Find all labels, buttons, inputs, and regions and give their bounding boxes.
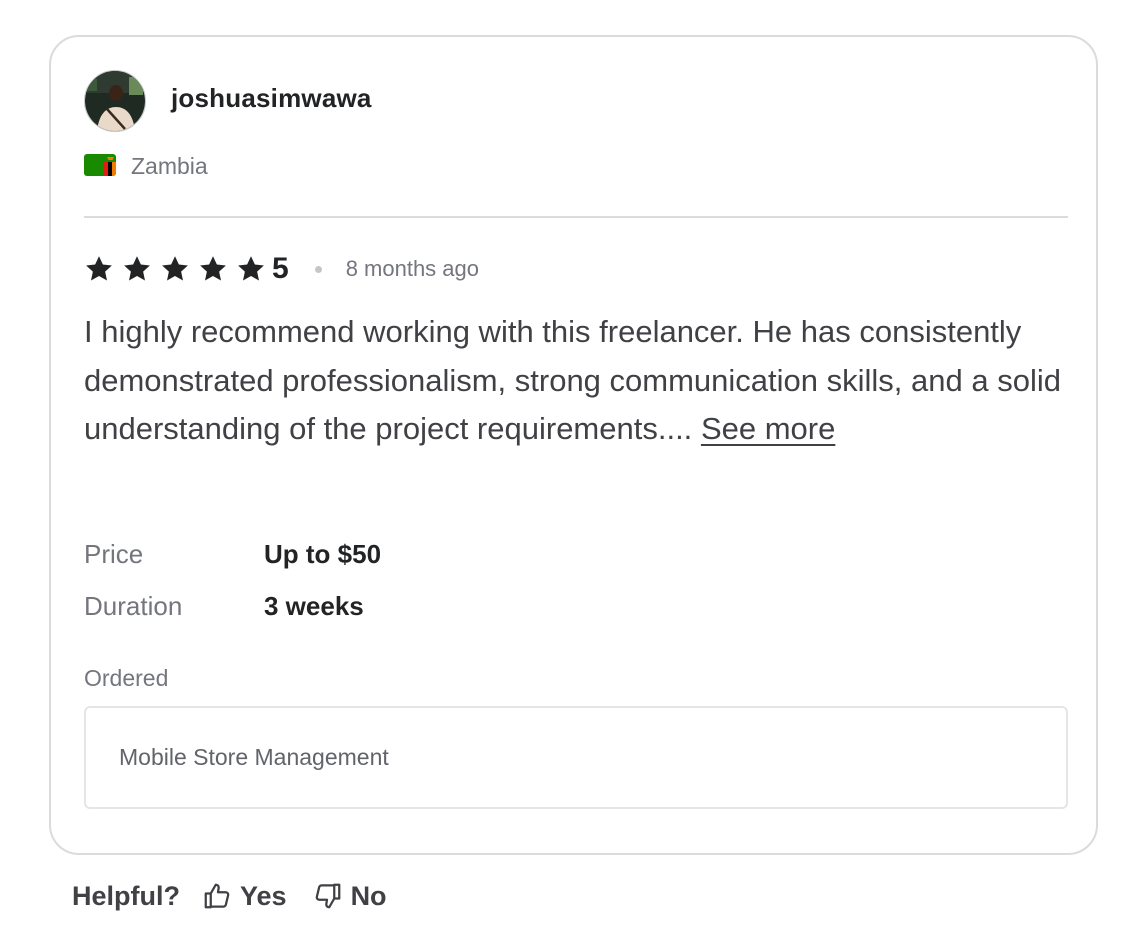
helpful-no-button[interactable]: No xyxy=(313,881,387,912)
helpful-yes-label: Yes xyxy=(240,880,287,911)
country-name: Zambia xyxy=(131,153,208,179)
helpful-question: Helpful? xyxy=(72,880,180,911)
thumbs-up-icon xyxy=(204,883,230,909)
separator-dot xyxy=(314,265,322,273)
duration-label: Duration xyxy=(84,591,183,621)
star-icon xyxy=(200,256,226,281)
duration-value: 3 weeks xyxy=(264,591,364,621)
star-icon xyxy=(238,256,264,281)
review-time: 8 months ago xyxy=(345,256,479,281)
helpful-no-label: No xyxy=(350,880,387,911)
avatar[interactable] xyxy=(84,70,146,132)
ordered-label: Ordered xyxy=(84,665,169,691)
see-more-link[interactable]: See more xyxy=(701,411,835,446)
review-body: I highly recommend working with this fre… xyxy=(84,314,1061,446)
divider xyxy=(84,216,1068,218)
zambia-flag-icon xyxy=(84,154,116,176)
price-label: Price xyxy=(84,539,144,569)
ordered-gig-box[interactable]: Mobile Store Management xyxy=(84,706,1068,809)
rating-row: 5 8 months ago xyxy=(84,251,479,287)
avatar-photo xyxy=(85,71,145,131)
star-icon xyxy=(162,256,188,281)
review-card: joshuasimwawa Zambia 5 8 months ago I hi… xyxy=(49,35,1098,855)
ordered-gig-title[interactable]: Mobile Store Management xyxy=(119,744,389,771)
thumbs-down-icon xyxy=(315,883,340,909)
review-text: I highly recommend working with this fre… xyxy=(84,308,1068,454)
rating-score: 5 xyxy=(272,252,289,285)
star-icon xyxy=(124,256,150,281)
price-value: Up to $50 xyxy=(264,539,382,569)
helpful-bar: Helpful? Yes No xyxy=(72,877,413,915)
username[interactable]: joshuasimwawa xyxy=(171,83,372,114)
star-icon xyxy=(86,256,112,281)
helpful-yes-button[interactable]: Yes xyxy=(202,881,287,912)
